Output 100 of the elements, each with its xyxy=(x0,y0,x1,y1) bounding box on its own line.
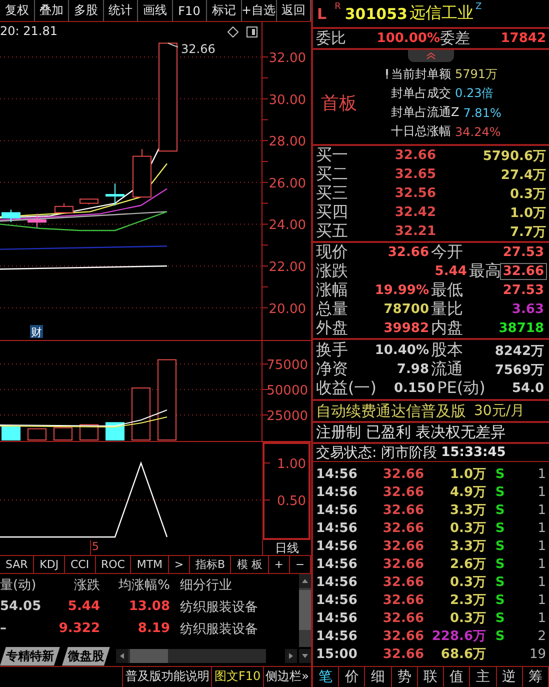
stat-value: 7.81% xyxy=(463,106,502,120)
volume-bar xyxy=(28,428,46,441)
trade-price: 32.66 xyxy=(382,520,424,536)
trade-count: 1 xyxy=(536,502,546,518)
axis-label: 75000 xyxy=(266,358,308,374)
fundamental-label: 换手 xyxy=(316,340,348,361)
trade-time: 14:56 xyxy=(316,466,358,482)
axis-label: 30.00 xyxy=(268,93,306,108)
trade-volume: 2.3万 xyxy=(448,592,486,609)
status-link[interactable]: 普及版功能说明 xyxy=(122,666,212,687)
sheet-tab[interactable]: 微盘股 xyxy=(62,646,110,666)
candlestick xyxy=(2,209,20,223)
board-title: 首板 xyxy=(321,92,358,115)
bid-price: 32.65 xyxy=(394,167,436,182)
table-cell-text: – xyxy=(0,621,8,636)
stat-value: 0.23倍 xyxy=(455,85,494,102)
table-cell-text: 纺织服装设备 xyxy=(180,620,258,638)
panel-icon[interactable] xyxy=(246,26,258,38)
trade-volume: 0.3万 xyxy=(448,520,486,537)
column-header[interactable]: 涨跌 xyxy=(44,576,100,594)
scroll-left-icon[interactable] xyxy=(116,649,128,664)
quote-value: 19.99% xyxy=(374,283,430,298)
scroll-up-icon[interactable] xyxy=(299,574,311,588)
column-header[interactable]: 均涨幅% xyxy=(100,576,170,594)
status-link[interactable]: 侧边栏» xyxy=(262,666,311,687)
trade-time: 15:00 xyxy=(316,646,358,662)
sheet-tab[interactable]: 专精特新 xyxy=(0,646,60,666)
axis-label: 26.00 xyxy=(268,176,306,192)
bid-label: 买五 xyxy=(316,221,349,242)
trade-volume: 228.6万 xyxy=(430,628,486,645)
column-header[interactable]: 细分行业 xyxy=(180,576,232,594)
collapse-button[interactable] xyxy=(408,50,454,62)
axis-label: 32.00 xyxy=(268,51,306,66)
scroll-down-icon[interactable] xyxy=(299,649,311,664)
axis-label: 28.00 xyxy=(268,134,306,150)
trade-price: 32.66 xyxy=(382,556,424,572)
quote-value: 27.53 xyxy=(502,245,545,260)
trade-price: 32.66 xyxy=(382,466,424,482)
trade-price: 32.66 xyxy=(382,484,424,500)
fundamental-value: 10.40% xyxy=(374,343,430,358)
fundamental-value: 8242万 xyxy=(494,342,545,360)
trade-volume: 2.6万 xyxy=(448,556,486,573)
trade-time: 14:56 xyxy=(316,628,358,644)
quote-value: 78700 xyxy=(382,302,430,317)
trade-count: 1 xyxy=(536,592,546,608)
bid-volume: 0.3万 xyxy=(510,186,546,202)
promo-price[interactable]: 30元/月 xyxy=(474,402,525,420)
stock-code: 301053 xyxy=(344,4,408,22)
trade-count: 1 xyxy=(536,538,546,554)
horizontal-scrollbar[interactable] xyxy=(116,649,266,664)
trade-side: S xyxy=(495,484,505,500)
candlestick xyxy=(106,183,124,206)
stat-label: 封单占成交 xyxy=(391,85,451,102)
diamond-icon[interactable] xyxy=(227,26,239,38)
field-label: 委比 xyxy=(316,29,346,48)
quote-value: 32.66 xyxy=(500,264,546,279)
candlestick xyxy=(80,198,98,206)
table-cell-text: 54.05 xyxy=(0,599,42,614)
market-label: L xyxy=(317,4,327,22)
trade-count: 1 xyxy=(536,484,546,500)
trade-price: 32.66 xyxy=(382,574,424,590)
trade-volume: 4.9万 xyxy=(448,484,486,501)
quote-value: 27.53 xyxy=(502,283,545,298)
trade-count: 2 xyxy=(536,628,546,644)
stat-label: 封单占流通Z xyxy=(391,104,460,121)
candlestick xyxy=(28,214,46,228)
trade-volume: 0.3万 xyxy=(448,574,486,591)
trade-price: 32.66 xyxy=(382,502,424,518)
trade-side: S xyxy=(495,556,505,572)
stat-label: 十日总涨幅 xyxy=(391,123,451,140)
bid-volume: 1.0万 xyxy=(510,204,546,222)
axis-label: 22.00 xyxy=(268,260,306,276)
promo-text[interactable]: 自动续费通达信普及版 xyxy=(316,402,466,420)
high-price-label: 32.66 xyxy=(181,42,216,56)
trade-side: S xyxy=(495,466,505,482)
trade-side: S xyxy=(495,574,505,590)
trade-time: 14:56 xyxy=(316,520,358,536)
candlestick xyxy=(54,203,74,214)
axis-label: 0.50 xyxy=(277,494,306,510)
quote-label: 现价 xyxy=(316,242,348,263)
vertical-scrollbar[interactable] xyxy=(299,574,311,647)
quote-value: 32.66 xyxy=(386,245,430,260)
status-link[interactable]: 图文F10 xyxy=(211,666,263,687)
trade-time: 14:56 xyxy=(316,556,358,572)
trade-count: 1 xyxy=(536,574,546,590)
scroll-right-icon[interactable] xyxy=(285,649,297,664)
bid-volume: 27.4万 xyxy=(500,166,546,184)
quote-label: 今开 xyxy=(431,242,463,263)
status-time: 15:33:45 xyxy=(441,445,506,460)
trade-price: 32.66 xyxy=(382,628,424,644)
toolbar-button[interactable]: +自选 xyxy=(242,0,277,22)
news-badge[interactable]: 财 xyxy=(30,325,43,340)
volume-bar xyxy=(106,422,124,441)
field-value: 100.00% xyxy=(376,31,440,46)
column-header[interactable]: 量(动) xyxy=(0,576,44,594)
quote-value: 3.63 xyxy=(510,302,545,317)
stock-name: 远信工业 xyxy=(409,3,474,24)
stat-label: 当前封单额 xyxy=(391,66,451,83)
bid-price: 32.42 xyxy=(394,205,436,220)
trade-time: 14:56 xyxy=(316,574,358,590)
